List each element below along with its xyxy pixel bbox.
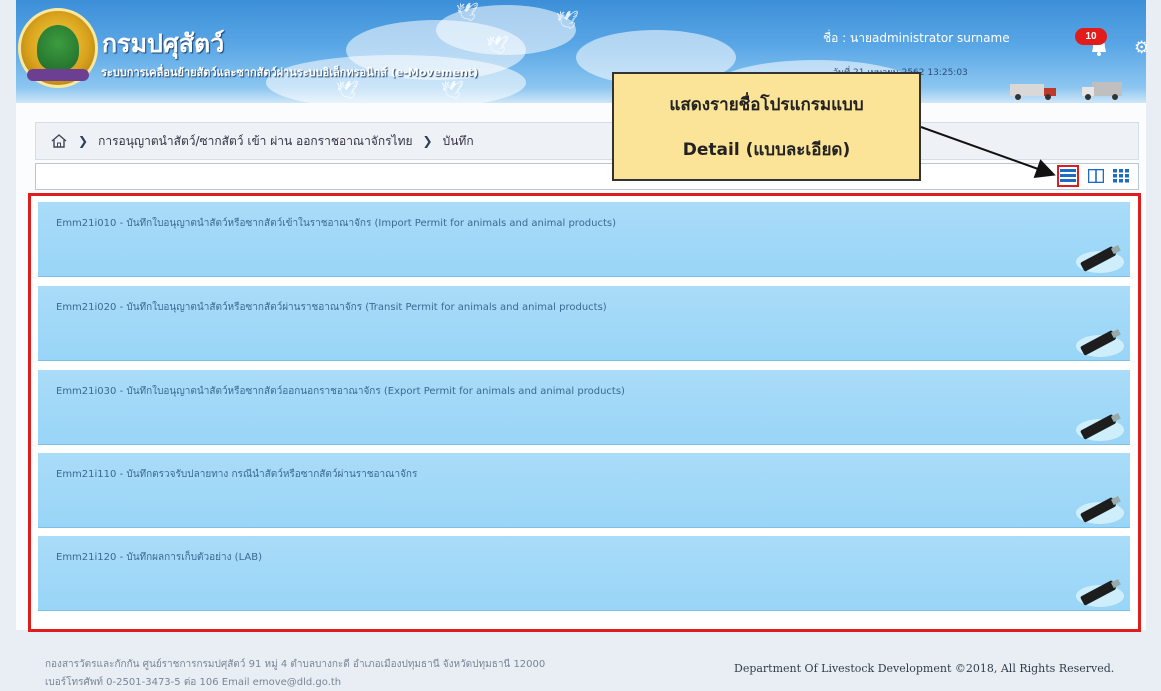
program-title[interactable]: Emm21i120 - บันทึกผลการเก็บตัวอย่าง (LAB… — [56, 550, 262, 565]
app-subtitle: ระบบการเคลื่อนย้ายสัตว์และซากสัตว์ผ่านระ… — [101, 66, 479, 79]
notification-badge[interactable]: 10 — [1075, 28, 1107, 45]
usb-drive-icon — [1076, 245, 1124, 273]
annotation-callout: แสดงรายชื่อโปรแกรมแบบ Detail (แบบละเอียด… — [612, 72, 921, 181]
breadcrumb-separator: ❯ — [78, 134, 89, 148]
search-bar[interactable] — [35, 163, 1139, 190]
footer-contact-line: เบอร์โทรศัพท์ 0-2501-3473-5 ต่อ 106 Emai… — [45, 677, 342, 688]
detail-view-button[interactable] — [1057, 165, 1079, 187]
program-title[interactable]: Emm21i010 - บันทึกใบอนุญาตนำสัตว์หรือซาก… — [56, 216, 616, 231]
app-title: กรมปศุสัตว์ — [102, 29, 225, 58]
grid-icon — [1113, 169, 1129, 183]
footer-copyright: Department Of Livestock Development ©201… — [734, 662, 1115, 675]
program-card[interactable]: Emm21i030 - บันทึกใบอนุญาตนำสัตว์หรือซาก… — [38, 370, 1130, 445]
program-card[interactable]: Emm21i010 - บันทึกใบอนุญาตนำสัตว์หรือซาก… — [38, 202, 1130, 277]
program-title[interactable]: Emm21i030 - บันทึกใบอนุญาตนำสัตว์หรือซาก… — [56, 384, 625, 399]
usb-drive-icon — [1076, 496, 1124, 524]
footer-address-line-1: กองสารวัตรและกักกัน ศูนย์ราชการกรมปศุสัต… — [45, 659, 546, 670]
list-icon — [1060, 169, 1076, 182]
split-view-button[interactable] — [1085, 165, 1107, 187]
breadcrumb-item-import-export[interactable]: การอนุญาตนำสัตว์/ซากสัตว์ เข้า ผ่าน ออกร… — [98, 132, 412, 151]
program-title[interactable]: Emm21i020 - บันทึกใบอนุญาตนำสัตว์หรือซาก… — [56, 300, 607, 315]
callout-line-2: Detail (แบบละเอียด) — [682, 139, 851, 160]
program-title[interactable]: Emm21i110 - บันทึกตรวจรับปลายทาง กรณีนำส… — [56, 467, 417, 482]
gear-icon[interactable]: ⚙ — [1134, 38, 1149, 58]
breadcrumb-item-record[interactable]: บันทึก — [443, 132, 474, 151]
logo-ribbon — [27, 69, 89, 81]
department-logo[interactable] — [18, 8, 98, 88]
callout-line-1: แสดงรายชื่อโปรแกรมแบบ — [669, 94, 864, 115]
grid-view-button[interactable] — [1110, 165, 1132, 187]
footer-address: กองสารวัตรและกักกัน ศูนย์ราชการกรมปศุสัต… — [45, 656, 545, 691]
logo-emblem — [37, 25, 79, 71]
breadcrumb-separator: ❯ — [422, 134, 433, 148]
program-card[interactable]: Emm21i120 - บันทึกผลการเก็บตัวอย่าง (LAB… — [38, 536, 1130, 611]
usb-drive-icon — [1076, 413, 1124, 441]
columns-icon — [1088, 169, 1104, 183]
breadcrumb: ❯ การอนุญาตนำสัตว์/ซากสัตว์ เข้า ผ่าน ออ… — [35, 122, 1139, 160]
vehicles-illustration — [1010, 82, 1122, 100]
user-name: ชื่อ : นายadministrator surname — [823, 31, 1010, 45]
program-card[interactable]: Emm21i110 - บันทึกตรวจรับปลายทาง กรณีนำส… — [38, 453, 1130, 528]
usb-drive-icon — [1076, 579, 1124, 607]
program-card[interactable]: Emm21i020 - บันทึกใบอนุญาตนำสัตว์หรือซาก… — [38, 286, 1130, 361]
home-icon[interactable] — [50, 133, 68, 149]
usb-drive-icon — [1076, 329, 1124, 357]
